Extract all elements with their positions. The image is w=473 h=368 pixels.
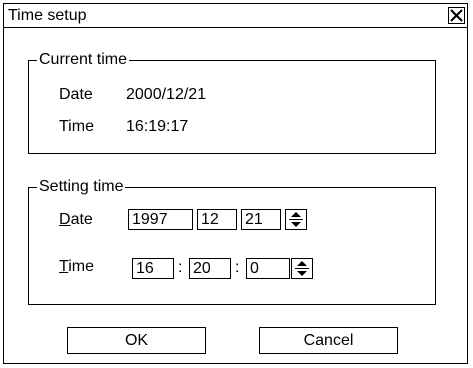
setting-date-label: Date [59, 211, 93, 229]
up-down-spinner-icon [289, 212, 303, 227]
year-field[interactable]: 1997 [128, 209, 193, 230]
current-time-group: Current time Date 2000/12/21 Time 16:19:… [28, 51, 436, 154]
title-bar: Time setup [4, 4, 467, 28]
setting-time-group: Setting time Date 1997 12 21 Time 16 : 2… [28, 178, 436, 305]
setting-time-label-mnemonic: T [59, 258, 69, 275]
date-spinner[interactable] [285, 209, 307, 230]
second-field[interactable]: 0 [246, 258, 290, 279]
current-time-legend: Current time [37, 51, 130, 69]
minute-second-separator: : [235, 259, 240, 276]
close-x-icon [450, 9, 463, 22]
cancel-button[interactable]: Cancel [259, 327, 398, 354]
hour-minute-separator: : [178, 259, 183, 276]
setting-date-label-mnemonic: D [59, 211, 71, 228]
day-field[interactable]: 21 [241, 209, 281, 230]
current-date-value: 2000/12/21 [126, 86, 207, 103]
time-setup-dialog: Time setup Current time Date 2000/12/21 … [3, 3, 468, 364]
minute-field[interactable]: 20 [189, 258, 231, 279]
current-time-value: 16:19:17 [126, 118, 189, 135]
setting-date-label-rest: ate [70, 211, 93, 228]
setting-time-label-rest: ime [68, 258, 94, 275]
month-field[interactable]: 12 [197, 209, 237, 230]
current-time-label: Time [59, 118, 94, 135]
up-down-spinner-icon [295, 261, 309, 276]
close-button[interactable] [448, 7, 465, 24]
setting-time-legend: Setting time [37, 178, 126, 196]
dialog-title: Time setup [8, 7, 87, 24]
current-date-label: Date [59, 86, 93, 103]
time-spinner[interactable] [291, 258, 313, 279]
hour-field[interactable]: 16 [132, 258, 174, 279]
ok-button[interactable]: OK [67, 327, 206, 354]
setting-time-label: Time [59, 258, 94, 276]
